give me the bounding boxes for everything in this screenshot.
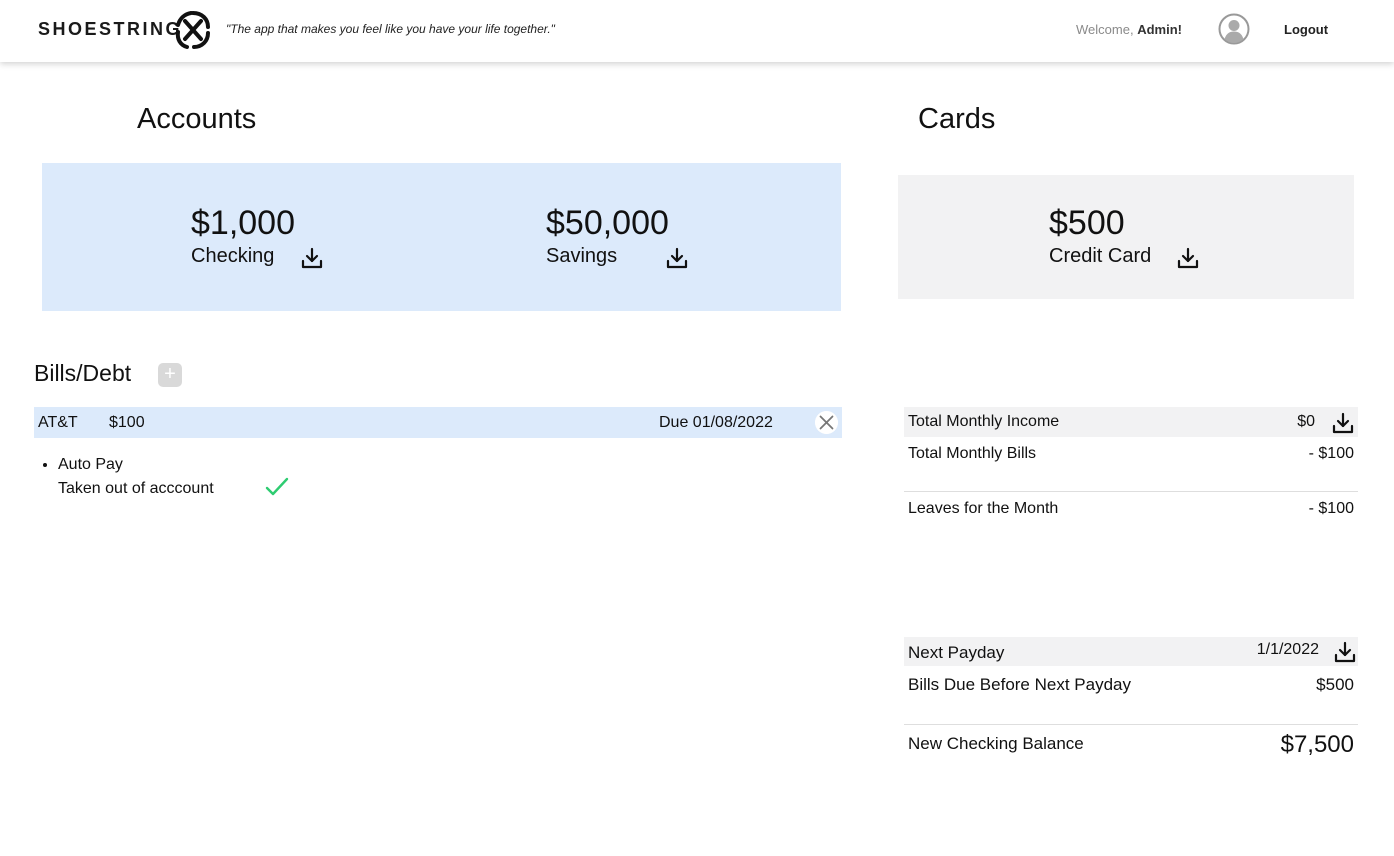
card-credit[interactable]: $500 Credit Card: [1049, 204, 1199, 269]
welcome-message: Welcome, Admin!: [1076, 22, 1182, 37]
leaves-value: - $100: [1308, 500, 1354, 517]
logout-button[interactable]: Logout: [1284, 22, 1328, 37]
list-item: Auto Pay Taken out of acccount: [58, 453, 289, 501]
download-icon[interactable]: [665, 246, 689, 270]
bills-value: - $100: [1308, 445, 1354, 462]
account-name: Checking: [191, 245, 275, 267]
close-icon[interactable]: [815, 411, 838, 434]
download-icon[interactable]: [1331, 411, 1355, 435]
total-monthly-bills-row: Total Monthly Bills - $100: [904, 444, 1358, 466]
divider: [904, 724, 1358, 725]
logo-icon[interactable]: [172, 9, 214, 51]
account-amount: $50,000: [546, 204, 669, 242]
top-navbar: SHOESTRING "The app that makes you feel …: [0, 0, 1394, 62]
bills-label: Total Monthly Bills: [908, 445, 1037, 462]
payday-label: Next Payday: [908, 643, 1005, 662]
autopay-status: Taken out of acccount: [58, 480, 214, 497]
account-name: Savings: [546, 245, 618, 267]
download-icon[interactable]: [1333, 640, 1357, 664]
next-payday-row: Next Payday 1/1/2022: [904, 637, 1358, 666]
new-balance-label: New Checking Balance: [908, 734, 1084, 753]
leaves-label: Leaves for the Month: [908, 500, 1059, 517]
divider: [904, 491, 1358, 492]
cards-panel: $500 Credit Card: [898, 175, 1354, 299]
new-balance-value: $7,500: [1280, 731, 1354, 758]
new-checking-balance-row: New Checking Balance $7,500: [904, 731, 1358, 761]
username: Admin!: [1137, 22, 1182, 37]
account-savings[interactable]: $50,000 Savings: [546, 204, 688, 269]
income-value: $0: [1297, 413, 1315, 430]
bill-due-date: Due 01/08/2022: [659, 414, 773, 431]
download-icon[interactable]: [300, 246, 324, 270]
checkmark-icon: [265, 477, 289, 496]
card-amount: $500: [1049, 204, 1125, 242]
payday-value: 1/1/2022: [1256, 641, 1319, 658]
welcome-prefix: Welcome,: [1076, 22, 1134, 37]
accounts-title: Accounts: [137, 103, 257, 135]
user-avatar-icon[interactable]: [1218, 13, 1250, 45]
cards-title: Cards: [918, 103, 996, 135]
download-icon[interactable]: [1176, 246, 1200, 270]
due-before-label: Bills Due Before Next Payday: [908, 675, 1131, 694]
total-monthly-income-row: Total Monthly Income $0: [904, 407, 1358, 437]
bill-name: AT&T: [38, 414, 78, 431]
add-bill-button[interactable]: +: [158, 363, 182, 387]
bills-title: Bills/Debt: [34, 360, 132, 386]
bill-details: Auto Pay Taken out of acccount: [40, 453, 289, 501]
account-amount: $1,000: [191, 204, 295, 242]
card-name: Credit Card: [1049, 245, 1152, 267]
due-before-value: $500: [1316, 675, 1354, 694]
bill-row[interactable]: AT&T $100 Due 01/08/2022: [34, 407, 842, 438]
brand-name[interactable]: SHOESTRING: [38, 19, 182, 40]
bills-due-before-payday-row: Bills Due Before Next Payday $500: [904, 674, 1358, 698]
leaves-for-month-row: Leaves for the Month - $100: [904, 499, 1358, 521]
tagline: "The app that makes you feel like you ha…: [226, 22, 555, 36]
bill-amount: $100: [109, 414, 145, 431]
account-checking[interactable]: $1,000 Checking: [191, 204, 323, 269]
autopay-label: Auto Pay: [58, 456, 123, 473]
income-label: Total Monthly Income: [908, 413, 1060, 430]
accounts-panel: $1,000 Checking $50,000 Savings: [42, 163, 841, 311]
